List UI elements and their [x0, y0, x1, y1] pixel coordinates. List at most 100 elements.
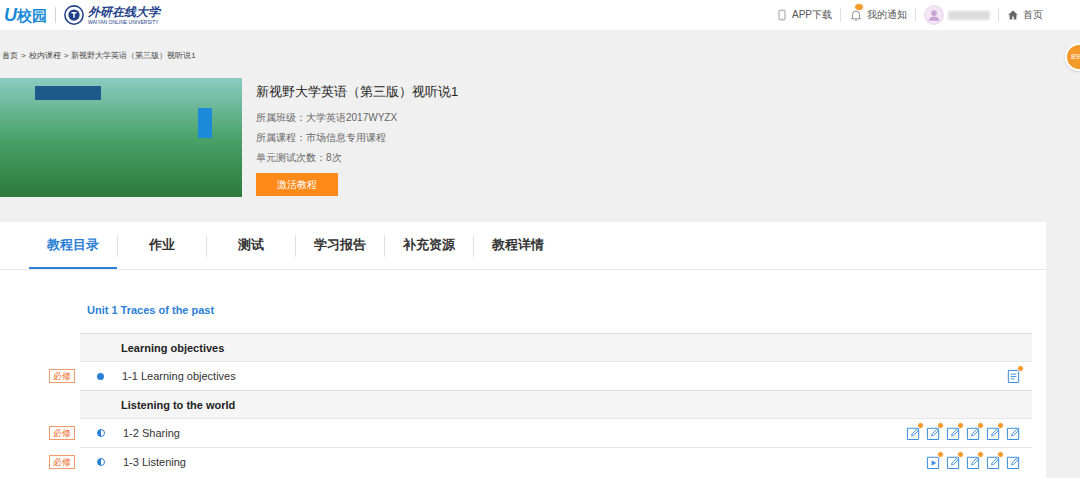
- status-dot: [97, 429, 105, 437]
- tab[interactable]: 补充资源: [385, 222, 473, 269]
- tab-separator: [295, 235, 296, 257]
- header-links: APP下载 我的通知 首页: [776, 5, 1043, 25]
- tab-separator: [117, 235, 118, 257]
- bell-wrap: [849, 7, 863, 23]
- u-campus-logo[interactable]: U校园: [4, 6, 47, 24]
- logo-text: 校园: [17, 8, 47, 23]
- lesson-row[interactable]: 必修 1-2 Sharing: [0, 418, 1046, 447]
- breadcrumb-separator: >: [64, 51, 69, 61]
- divider: [840, 8, 841, 22]
- user-link[interactable]: [924, 5, 990, 25]
- course-meta: 所属班级：大学英语2017WYZX所属课程：市场信息专用课程单元测试次数：8次: [256, 108, 458, 168]
- course-panel: 教程目录作业测试学习报告补充资源教程详情Unit 1 Traces of the…: [0, 222, 1046, 478]
- lesson-row[interactable]: 必修 1-1 Learning objectives: [0, 361, 1046, 390]
- section-header: Listening to the world: [80, 390, 1032, 418]
- section-header: Learning objectives: [80, 333, 1032, 361]
- course-info: 新视野大学英语（第三版）视听说1 所属班级：大学英语2017WYZX所属课程：市场…: [0, 78, 1080, 197]
- floating-badge[interactable]: 89: [1065, 43, 1080, 71]
- activity-button[interactable]: [966, 426, 981, 441]
- activity-button[interactable]: [1006, 455, 1021, 470]
- partner-logo[interactable]: 外研在线大学WAIYAN ONLINE UNIVERSITY: [64, 5, 160, 25]
- notice-link[interactable]: 我的通知: [849, 7, 907, 23]
- tab-separator: [384, 235, 385, 257]
- activate-button[interactable]: 激活教程: [256, 173, 338, 196]
- lesson-title[interactable]: 1-2 Sharing: [123, 426, 180, 440]
- tag-cell: 必修: [0, 418, 80, 447]
- activity-badge: [957, 422, 964, 429]
- activity-badge: [997, 451, 1004, 458]
- app-link[interactable]: APP下载: [776, 7, 832, 23]
- activity-button[interactable]: [926, 455, 941, 470]
- activity-badge: [997, 422, 1004, 429]
- link-label: 首页: [1023, 9, 1043, 21]
- activity-button[interactable]: [906, 426, 921, 441]
- required-tag: 必修: [49, 369, 75, 383]
- activity-button[interactable]: [986, 455, 1001, 470]
- lesson-main: 1-3 Listening: [80, 447, 1032, 476]
- lesson-list: Learning objectives 必修 1-1 Learning object…: [0, 333, 1046, 476]
- breadcrumb: 首页>校内课程>新视野大学英语（第三版）视听说1: [0, 30, 1080, 61]
- edit-icon: [1006, 426, 1021, 441]
- user-name-hidden: [948, 11, 990, 20]
- lesson-row[interactable]: 必修 1-3 Listening: [0, 447, 1046, 476]
- divider: [55, 7, 56, 23]
- course-cover: [0, 78, 242, 197]
- section-title: Learning objectives: [121, 341, 224, 355]
- divider: [998, 8, 999, 22]
- activity-button[interactable]: [1006, 426, 1021, 441]
- section-row: Learning objectives: [0, 333, 1046, 361]
- tab-separator: [206, 235, 207, 257]
- notification-badge: [854, 3, 864, 11]
- breadcrumb-item[interactable]: 新视野大学英语（第三版）视听说1: [71, 51, 195, 61]
- partner-subtitle: WAIYAN ONLINE UNIVERSITY: [88, 19, 160, 25]
- lesson-title[interactable]: 1-3 Listening: [123, 455, 186, 469]
- status-dot: [97, 458, 105, 466]
- cover-number-block: [198, 108, 212, 138]
- top-bar: U校园外研在线大学WAIYAN ONLINE UNIVERSITYAPP下载我的…: [0, 0, 1080, 30]
- activity-button[interactable]: [986, 426, 1001, 441]
- tag-cell: 必修: [0, 361, 80, 390]
- unit-title[interactable]: Unit 1 Traces of the past: [0, 270, 1046, 317]
- tab-separator: [473, 235, 474, 257]
- link-label: 我的通知: [867, 9, 907, 21]
- home-icon: [1007, 9, 1019, 21]
- cover-band: [35, 86, 101, 100]
- lesson-main: 1-2 Sharing: [80, 418, 1032, 447]
- link-label: APP下载: [792, 9, 832, 21]
- breadcrumb-item[interactable]: 校内课程: [29, 51, 61, 61]
- lesson-title[interactable]: 1-1 Learning objectives: [122, 369, 236, 383]
- tag-cell: [0, 333, 80, 361]
- activity-button[interactable]: [1006, 369, 1021, 384]
- tab[interactable]: 测试: [207, 222, 295, 269]
- logo-mark: U: [4, 6, 17, 24]
- activity-badge: [957, 451, 964, 458]
- university-emblem-icon: [64, 5, 84, 25]
- status-dot: [97, 373, 104, 380]
- required-tag: 必修: [49, 455, 75, 469]
- activity-button[interactable]: [946, 426, 961, 441]
- phone-icon: [776, 7, 788, 23]
- section-title: Listening to the world: [121, 398, 235, 412]
- activity-button[interactable]: [966, 455, 981, 470]
- activity-badge: [977, 451, 984, 458]
- avatar-icon: [924, 5, 944, 25]
- breadcrumb-separator: >: [21, 51, 26, 61]
- activity-button[interactable]: [946, 455, 961, 470]
- course-meta-line: 所属课程：市场信息专用课程: [256, 128, 458, 148]
- tab[interactable]: 教程目录: [29, 222, 117, 269]
- tab[interactable]: 教程详情: [474, 222, 562, 269]
- activity-badge: [937, 451, 944, 458]
- lesson-icons: [906, 426, 1021, 441]
- lesson-main: 1-1 Learning objectives: [80, 361, 1032, 390]
- tab[interactable]: 学习报告: [296, 222, 384, 269]
- activity-button[interactable]: [926, 426, 941, 441]
- course-title: 新视野大学英语（第三版）视听说1: [256, 82, 458, 102]
- activity-badge: [977, 422, 984, 429]
- tab[interactable]: 作业: [118, 222, 206, 269]
- partner-name: 外研在线大学: [88, 6, 160, 19]
- edit-icon: [1006, 455, 1021, 470]
- activity-badge: [917, 422, 924, 429]
- home-link[interactable]: 首页: [1007, 9, 1043, 21]
- breadcrumb-item[interactable]: 首页: [2, 51, 18, 61]
- required-tag: 必修: [49, 426, 75, 440]
